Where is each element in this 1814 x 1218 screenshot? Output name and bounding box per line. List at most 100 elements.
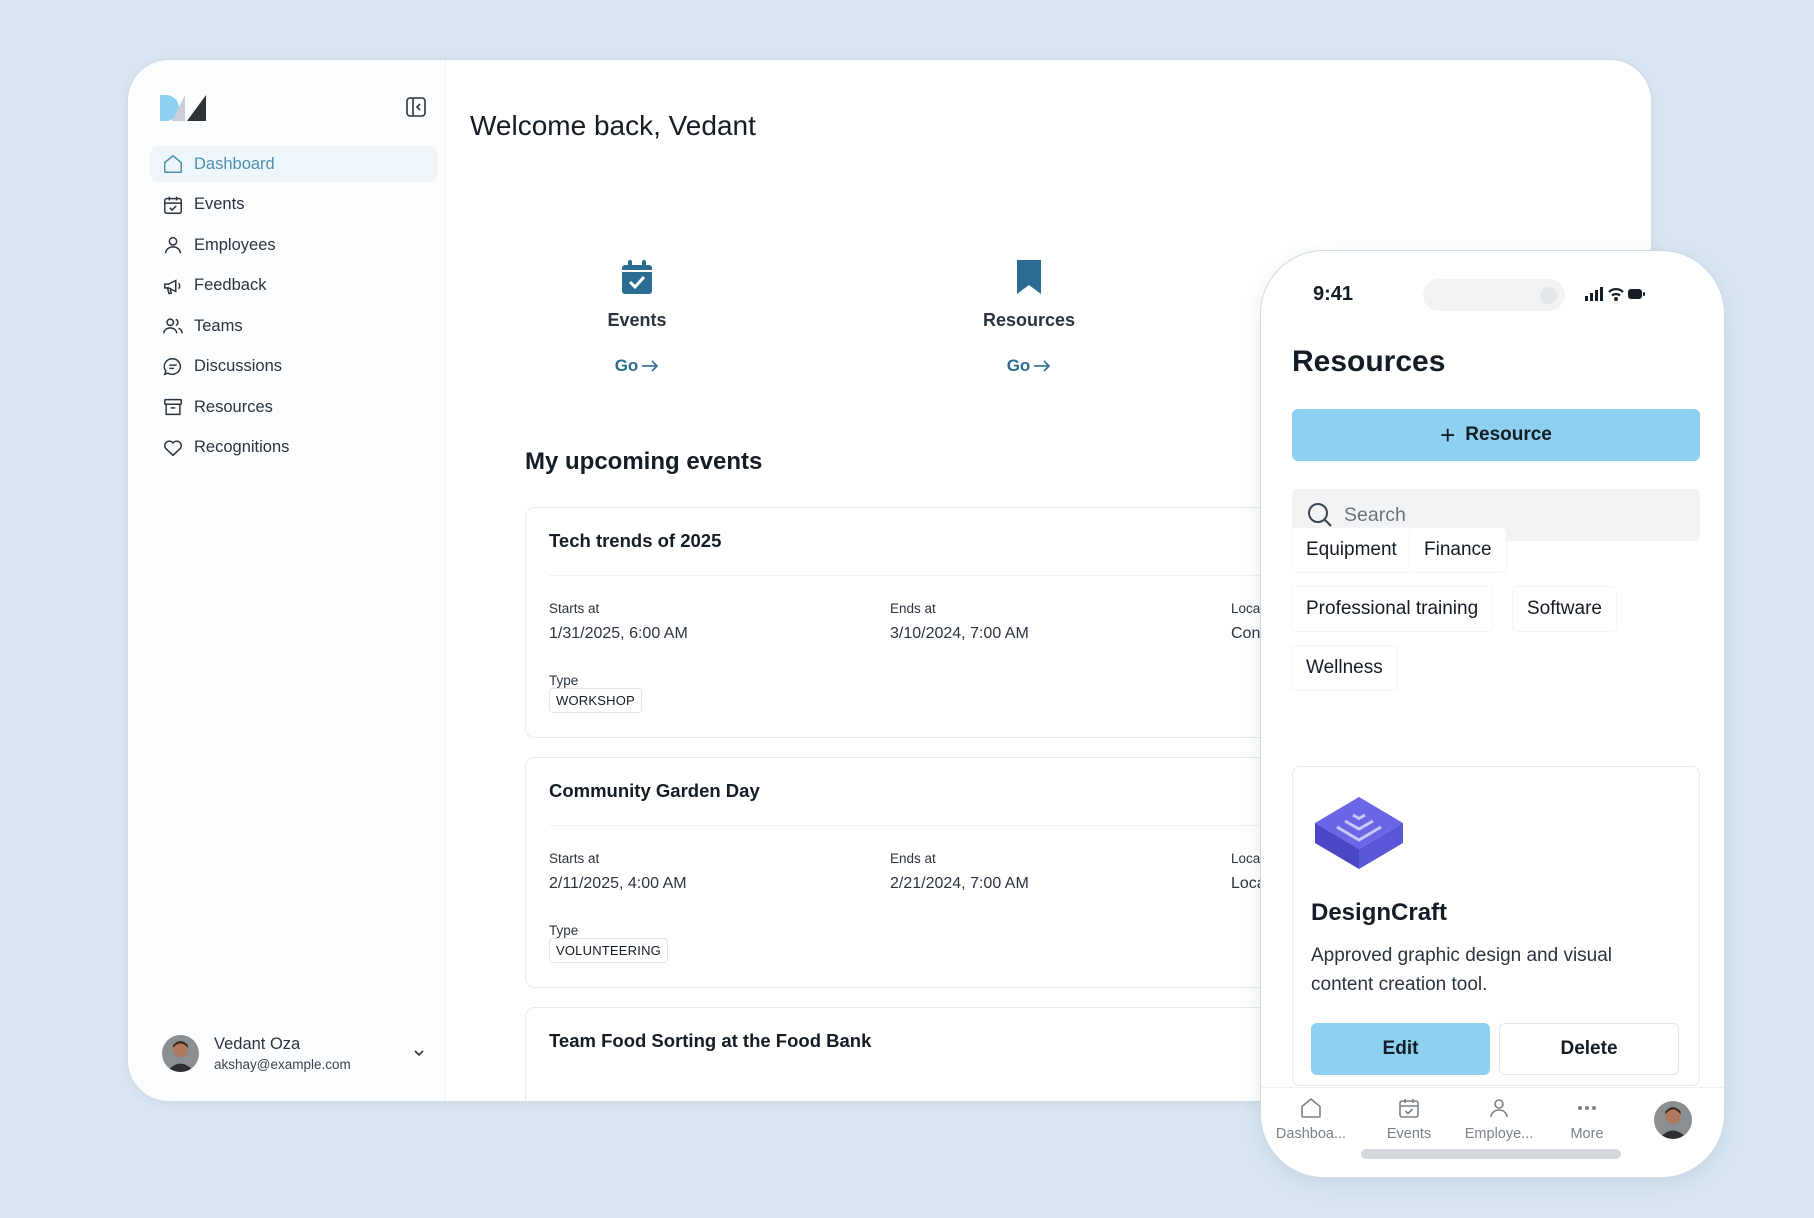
add-resource-button[interactable]: + Resource: [1292, 409, 1700, 461]
category-chip-equipment[interactable]: Equipment: [1292, 528, 1411, 572]
tab-label: Employe...: [1464, 1126, 1534, 1142]
user-icon: [1490, 1099, 1508, 1118]
resource-card: DesignCraft Approved graphic design and …: [1292, 766, 1700, 1086]
quick-link-label: Resources: [982, 310, 1076, 330]
type-label: Type: [549, 923, 579, 938]
starts-label: Starts at: [549, 851, 600, 866]
user-email: akshay@example.com: [214, 1056, 351, 1072]
chevron-down-icon: [414, 1050, 424, 1057]
sidebar-item-events[interactable]: Events: [150, 187, 438, 223]
sidebar-item-label: Dashboard: [194, 154, 275, 173]
status-icons: [1585, 287, 1645, 301]
location-value: Con: [1231, 625, 1261, 642]
megaphone-icon: [164, 278, 181, 294]
category-chip-software[interactable]: Software: [1513, 587, 1616, 631]
ends-label: Ends at: [890, 851, 936, 866]
event-title: Tech trends of 2025: [549, 530, 722, 551]
ends-label: Ends at: [890, 601, 936, 616]
archive-box-icon: [164, 398, 182, 416]
location-label: Loca: [1231, 601, 1261, 616]
user-menu[interactable]: Vedant Oza akshay@example.com: [162, 1028, 427, 1078]
add-resource-label: Resource: [1465, 424, 1552, 445]
plus-icon: +: [1440, 420, 1456, 450]
sidebar-collapse-icon[interactable]: [405, 96, 427, 118]
home-icon: [164, 154, 182, 173]
calendar-check-icon: [164, 196, 182, 214]
tab-label: Events: [1386, 1126, 1432, 1142]
resource-description: Approved graphic design and visual conte…: [1311, 945, 1613, 995]
tab-employees[interactable]: Employe...: [1454, 1096, 1544, 1142]
sidebar-item-label: Discussions: [194, 357, 283, 375]
phone-page-title: Resources: [1292, 345, 1446, 378]
sidebar-item-discussions[interactable]: Discussions: [150, 349, 438, 385]
category-chip-finance[interactable]: Finance: [1410, 528, 1506, 572]
edit-button[interactable]: Edit: [1311, 1023, 1490, 1075]
more-dots-icon: [1578, 1106, 1596, 1110]
quick-link-events: Events Go: [537, 258, 737, 376]
sidebar-item-label: Resources: [194, 397, 273, 416]
user-icon: [164, 236, 182, 254]
event-title: Team Food Sorting at the Food Bank: [549, 1030, 872, 1051]
bookmark-filled-icon: [1017, 260, 1041, 294]
status-time: 9:41: [1313, 283, 1354, 305]
avatar[interactable]: [1654, 1101, 1692, 1139]
dynamic-island: [1423, 279, 1565, 311]
users-icon: [163, 318, 183, 334]
tab-more[interactable]: More: [1542, 1096, 1632, 1142]
sidebar-item-dashboard[interactable]: Dashboard: [150, 146, 438, 182]
calendar-check-filled-icon: [622, 260, 652, 294]
page-title: Welcome back, Vedant: [470, 110, 756, 141]
event-type-badge: WORKSHOP: [549, 688, 642, 713]
ends-value: 3/10/2024, 7:00 AM: [890, 625, 1029, 642]
sidebar-nav: Dashboard Events Employees Feedback Team…: [150, 146, 438, 470]
tab-label: More: [1570, 1126, 1604, 1142]
sidebar-item-employees[interactable]: Employees: [150, 227, 438, 263]
arrow-right-icon: [642, 360, 659, 372]
designcraft-logo-icon: [1315, 797, 1403, 869]
sidebar-item-recognitions[interactable]: Recognitions: [150, 430, 438, 466]
home-indicator: [1361, 1149, 1621, 1159]
tab-dashboard[interactable]: Dashboa...: [1266, 1096, 1356, 1142]
resource-name: DesignCraft: [1311, 899, 1448, 926]
category-chip-professional-training[interactable]: Professional training: [1292, 587, 1493, 631]
sidebar-item-label: Teams: [194, 316, 243, 335]
tab-label: Dashboa...: [1275, 1126, 1347, 1142]
arrow-right-icon: [1034, 360, 1051, 372]
tab-events[interactable]: Events: [1364, 1096, 1454, 1142]
quick-link-label: Events: [607, 310, 667, 330]
mobile-phone-frame: 9:41 Resources + Resource Equipment Finan…: [1260, 250, 1725, 1178]
app-logo: [160, 95, 206, 121]
starts-label: Starts at: [549, 601, 600, 616]
bottom-tab-bar: Dashboa... Events Employe... More: [1261, 1087, 1724, 1177]
starts-value: 2/11/2025, 4:00 AM: [549, 875, 687, 892]
sidebar-item-feedback[interactable]: Feedback: [150, 268, 438, 304]
category-chip-wellness[interactable]: Wellness: [1292, 646, 1397, 690]
calendar-check-icon: [1399, 1099, 1419, 1118]
search-icon: [1308, 503, 1332, 527]
heart-icon: [164, 439, 182, 456]
type-label: Type: [549, 673, 579, 688]
sidebar-item-teams[interactable]: Teams: [150, 308, 438, 344]
sidebar-item-label: Recognitions: [194, 438, 290, 456]
ends-value: 2/21/2024, 7:00 AM: [890, 875, 1029, 892]
resources-go-link[interactable]: Go: [1007, 356, 1052, 376]
search-input[interactable]: [1344, 503, 1674, 527]
delete-button[interactable]: Delete: [1499, 1023, 1679, 1075]
event-title: Community Garden Day: [549, 780, 760, 801]
sidebar-item-resources[interactable]: Resources: [150, 389, 438, 425]
avatar: [162, 1034, 199, 1072]
go-label: Go: [1006, 356, 1031, 375]
sidebar-item-label: Employees: [194, 235, 276, 254]
sidebar-item-label: Events: [194, 195, 245, 213]
sidebar-item-label: Feedback: [194, 276, 267, 294]
starts-value: 1/31/2025, 6:00 AM: [549, 625, 688, 642]
chat-bubble-icon: [163, 357, 182, 376]
quick-link-resources: Resources Go: [929, 258, 1129, 376]
user-name: Vedant Oza: [214, 1034, 301, 1053]
home-icon: [1301, 1097, 1321, 1118]
event-type-badge: VOLUNTEERING: [549, 938, 668, 963]
events-go-link[interactable]: Go: [615, 356, 660, 376]
upcoming-events-heading: My upcoming events: [525, 448, 763, 475]
go-label: Go: [614, 356, 639, 375]
sidebar: Dashboard Events Employees Feedback Team…: [128, 60, 446, 1101]
